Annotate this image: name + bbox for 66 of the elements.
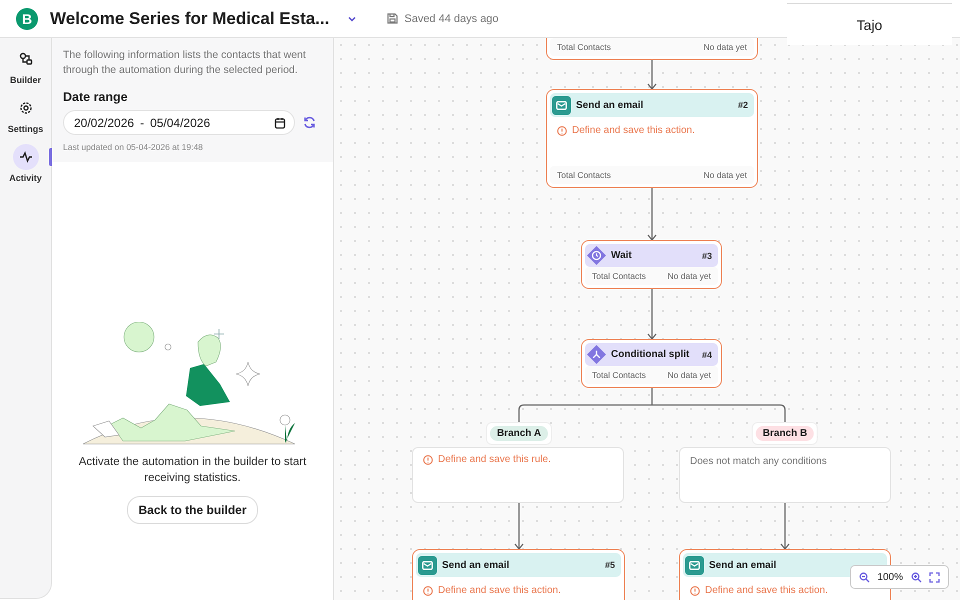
envelope-icon xyxy=(418,556,437,574)
stat-value: No data yet xyxy=(704,42,747,52)
node-title: Send an email xyxy=(442,560,510,570)
warning-text: Define and save this action. xyxy=(705,585,828,596)
connector-arrow xyxy=(648,289,656,340)
automation-title: Welcome Series for Medical Esta... xyxy=(50,8,330,28)
stat-label: Total Contacts xyxy=(557,170,611,180)
nav-tab[interactable]: Builder xyxy=(0,46,52,85)
description-text: The following information lists the contacts that went through the automation during the selected period. xyxy=(63,48,307,78)
workflow-node[interactable]: Send an email #2 Define and save this action. Total Contacts No data yet xyxy=(546,89,758,188)
connector-arrow xyxy=(514,503,524,550)
logo[interactable]: B xyxy=(16,8,38,30)
node-title: Send an email xyxy=(709,560,778,570)
warning-text: Define and save this action. xyxy=(572,125,695,136)
stat-label: Total Contacts xyxy=(557,42,611,52)
flow-icon xyxy=(18,52,32,66)
node-title: Send an email xyxy=(576,100,644,110)
workflow-node[interactable]: Total Contacts No data yet xyxy=(546,38,758,60)
envelope-icon xyxy=(552,96,571,114)
calendar-icon[interactable] xyxy=(274,116,286,128)
date-range-label: Date range xyxy=(63,90,129,104)
last-updated-text: Last updated on 05-04-2026 at 19:48 xyxy=(63,142,204,152)
branch-label: Branch A xyxy=(490,426,548,441)
warning-icon xyxy=(423,454,433,464)
node-number: #3 xyxy=(702,250,712,260)
nav-tab[interactable]: Settings xyxy=(0,95,52,134)
warning-text: Define and save this action. xyxy=(438,585,561,596)
clock-icon xyxy=(587,246,606,265)
envelope-icon xyxy=(685,556,704,574)
stat-label: Total Contacts xyxy=(592,370,646,380)
connector-arrow xyxy=(648,60,656,90)
workflow-node[interactable]: Conditional split #4 Total Contacts No data yet xyxy=(581,339,722,388)
warning-text: Define and save this rule. xyxy=(438,454,551,465)
split-icon xyxy=(587,345,606,364)
zoom-in-icon[interactable] xyxy=(910,572,922,582)
rule-note: Does not match any conditions xyxy=(689,455,828,467)
stat-value: No data yet xyxy=(704,170,747,180)
stat-label: Total Contacts xyxy=(592,271,646,281)
warning-icon xyxy=(423,586,433,596)
warning-icon xyxy=(557,126,567,136)
branch-label: Branch B xyxy=(756,426,814,441)
node-number: #5 xyxy=(604,560,615,570)
refresh-icon[interactable] xyxy=(303,116,316,129)
stat-value: No data yet xyxy=(668,271,711,281)
activity-icon xyxy=(18,150,32,164)
date-range-field[interactable]: 20/02/2026 - 05/04/2026 xyxy=(63,110,295,135)
workflow-node[interactable]: Send an email #5 Define and save this action. xyxy=(412,549,625,600)
node-number: #2 xyxy=(738,100,748,110)
nav-tab[interactable]: Activity xyxy=(0,144,52,186)
node-title: Conditional split xyxy=(611,349,690,360)
save-icon xyxy=(387,13,398,24)
back-to-builder-button[interactable]: Back to the builder xyxy=(127,496,258,524)
popup-label[interactable]: Tajo xyxy=(856,16,882,32)
saved-status: Saved 44 days ago xyxy=(404,12,499,24)
connector-arrow xyxy=(780,503,790,550)
zoom-out-icon[interactable] xyxy=(858,572,870,582)
branch-rule-card[interactable]: Does not match any conditions xyxy=(679,447,891,503)
stat-value: No data yet xyxy=(668,370,711,380)
workflow-node[interactable]: Wait #3 Total Contacts No data yet xyxy=(581,240,722,289)
fullscreen-icon[interactable] xyxy=(929,572,940,582)
warning-icon xyxy=(690,586,700,596)
empty-state-message: Activate the automation in the builder to start receiving statistics. xyxy=(78,455,308,486)
node-number: #4 xyxy=(702,350,712,360)
settings-icon xyxy=(18,101,32,115)
node-title: Wait xyxy=(611,250,633,261)
connector-arrow xyxy=(648,188,656,242)
